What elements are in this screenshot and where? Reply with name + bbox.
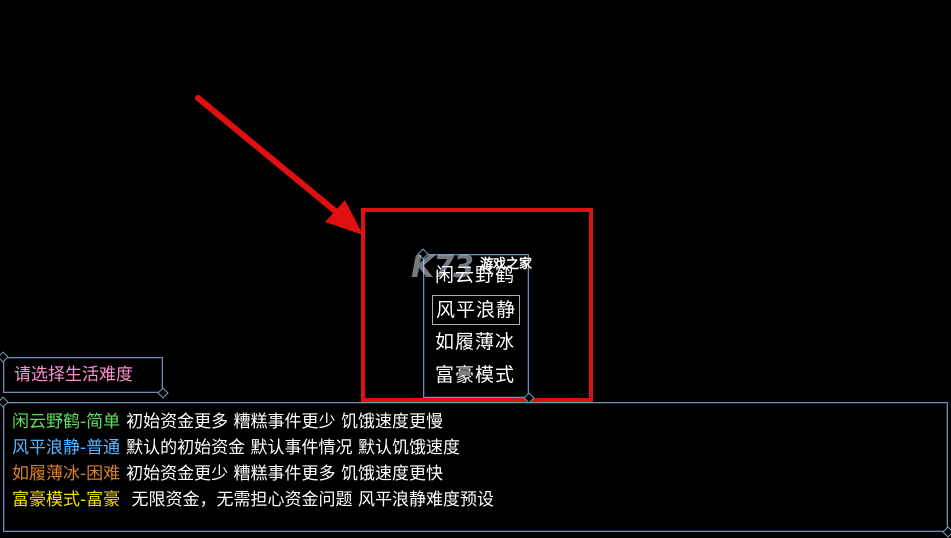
- mode-name: 富豪模式-富豪: [12, 490, 121, 510]
- menu-item-hard[interactable]: 如履薄冰: [432, 328, 518, 356]
- description-row: 如履薄冰-困难 初始资金更少 糟糕事件更多 饥饿速度更快: [12, 461, 443, 487]
- menu-item-easy[interactable]: 闲云野鹤: [432, 261, 518, 289]
- mode-description: 无限资金，无需担心资金问题 风平浪静难度预设: [126, 490, 494, 510]
- description-row: 富豪模式-富豪 无限资金，无需担心资金问题 风平浪静难度预设: [12, 487, 494, 513]
- mode-description: 初始资金更多 糟糕事件更少 饥饿速度更慢: [126, 412, 443, 432]
- description-box: 闲云野鹤-简单 初始资金更多 糟糕事件更少 饥饿速度更慢 风平浪静-普通 默认的初始…: [3, 402, 948, 532]
- mode-name: 闲云野鹤-简单: [12, 412, 121, 432]
- mode-description: 默认的初始资金 默认事件情况 默认饥饿速度: [126, 438, 460, 458]
- menu-item-normal[interactable]: 风平浪静: [432, 295, 520, 325]
- prompt-text: 请选择生活难度: [14, 365, 133, 385]
- mode-name: 风平浪静-普通: [12, 438, 121, 458]
- mode-description: 初始资金更少 糟糕事件更多 饥饿速度更快: [126, 464, 443, 484]
- menu-item-rich[interactable]: 富豪模式: [432, 361, 518, 389]
- prompt-box: 请选择生活难度: [3, 357, 163, 393]
- difficulty-menu: 闲云野鹤 风平浪静 如履薄冰 富豪模式: [423, 254, 529, 398]
- description-row: 风平浪静-普通 默认的初始资金 默认事件情况 默认饥饿速度: [12, 435, 460, 461]
- description-row: 闲云野鹤-简单 初始资金更多 糟糕事件更少 饥饿速度更慢: [12, 409, 443, 435]
- mode-name: 如履薄冰-困难: [12, 464, 121, 484]
